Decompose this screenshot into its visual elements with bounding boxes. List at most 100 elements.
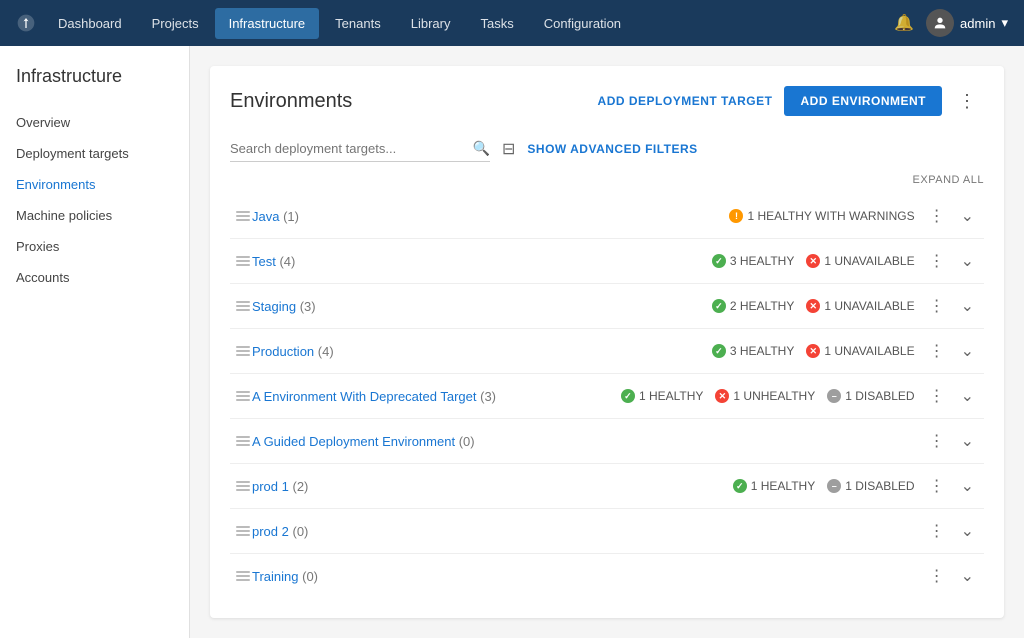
nav-tasks[interactable]: Tasks [466, 8, 527, 39]
drag-handle-icon[interactable] [234, 299, 252, 313]
table-row: prod 2 (0) ⋮ ⌄ [230, 509, 984, 554]
status-badge-healthy: ✓ 3 HEALTHY [712, 254, 794, 268]
status-badge-disabled: – 1 DISABLED [827, 389, 914, 403]
env-name: Training (0) [252, 569, 915, 584]
status-label: 1 DISABLED [845, 479, 914, 493]
row-expand-button[interactable]: ⌄ [955, 204, 980, 228]
row-expand-button[interactable]: ⌄ [955, 429, 980, 453]
table-row: A Environment With Deprecated Target (3)… [230, 374, 984, 419]
status-badge-healthy: ✓ 1 HEALTHY [733, 479, 815, 493]
sidebar-item-proxies[interactable]: Proxies [0, 231, 189, 262]
row-expand-button[interactable]: ⌄ [955, 384, 980, 408]
env-statuses: ✓ 1 HEALTHY ✕ 1 UNHEALTHY – 1 DISABLED [621, 389, 915, 403]
healthy-dot-icon: ✓ [712, 254, 726, 268]
row-kebab-button[interactable]: ⋮ [923, 204, 951, 228]
env-link[interactable]: A Environment With Deprecated Target [252, 389, 477, 404]
row-expand-button[interactable]: ⌄ [955, 474, 980, 498]
nav-infrastructure[interactable]: Infrastructure [215, 8, 320, 39]
status-badge-healthy: ✓ 3 HEALTHY [712, 344, 794, 358]
env-statuses: ✓ 3 HEALTHY ✕ 1 UNAVAILABLE [712, 254, 915, 268]
sidebar-item-accounts[interactable]: Accounts [0, 262, 189, 293]
env-link[interactable]: prod 1 [252, 479, 289, 494]
env-link[interactable]: Production [252, 344, 314, 359]
table-row: Staging (3) ✓ 2 HEALTHY ✕ 1 UNAVAILABLE [230, 284, 984, 329]
row-expand-button[interactable]: ⌄ [955, 249, 980, 273]
search-input-wrapper: 🔍 [230, 136, 490, 162]
status-label: 1 HEALTHY [751, 479, 815, 493]
env-name: Production (4) [252, 344, 712, 359]
sidebar: Infrastructure Overview Deployment targe… [0, 46, 190, 638]
status-badge-unavailable: ✕ 1 UNAVAILABLE [806, 299, 914, 313]
env-actions: ⋮ ⌄ [923, 204, 980, 228]
sidebar-item-overview[interactable]: Overview [0, 107, 189, 138]
search-input[interactable] [230, 141, 473, 156]
env-count: (2) [293, 479, 309, 494]
row-kebab-button[interactable]: ⋮ [923, 429, 951, 453]
expand-all-button[interactable]: EXPAND ALL [913, 174, 984, 186]
show-advanced-filters-button[interactable]: SHOW ADVANCED FILTERS [527, 142, 697, 156]
env-statuses: ✓ 2 HEALTHY ✕ 1 UNAVAILABLE [712, 299, 915, 313]
status-label: 1 HEALTHY [639, 389, 703, 403]
row-kebab-button[interactable]: ⋮ [923, 294, 951, 318]
status-label: 1 UNHEALTHY [733, 389, 815, 403]
status-badge-warning: ! 1 HEALTHY WITH WARNINGS [729, 209, 914, 223]
status-label: 1 UNAVAILABLE [824, 344, 914, 358]
status-label: 2 HEALTHY [730, 299, 794, 313]
row-expand-button[interactable]: ⌄ [955, 294, 980, 318]
drag-handle-icon[interactable] [234, 434, 252, 448]
env-link[interactable]: Training [252, 569, 298, 584]
healthy-dot-icon: ✓ [621, 389, 635, 403]
sidebar-item-environments[interactable]: Environments [0, 169, 189, 200]
notification-bell[interactable]: 🔔 [894, 13, 914, 33]
env-link[interactable]: A Guided Deployment Environment [252, 434, 455, 449]
add-environment-button[interactable]: ADD ENVIRONMENT [784, 86, 942, 116]
env-count: (3) [300, 299, 316, 314]
search-icon: 🔍 [473, 140, 490, 157]
unavailable-dot-icon: ✕ [806, 344, 820, 358]
row-kebab-button[interactable]: ⋮ [923, 249, 951, 273]
sidebar-item-machine-policies[interactable]: Machine policies [0, 200, 189, 231]
page-layout: Infrastructure Overview Deployment targe… [0, 46, 1024, 638]
env-link[interactable]: Test [252, 254, 276, 269]
nav-library[interactable]: Library [397, 8, 465, 39]
status-label: 1 UNAVAILABLE [824, 299, 914, 313]
add-deployment-target-button[interactable]: ADD DEPLOYMENT TARGET [598, 94, 773, 108]
drag-handle-icon[interactable] [234, 344, 252, 358]
env-statuses: ✓ 3 HEALTHY ✕ 1 UNAVAILABLE [712, 344, 915, 358]
env-link[interactable]: Java [252, 209, 279, 224]
card-header: Environments ADD DEPLOYMENT TARGET ADD E… [230, 86, 984, 116]
env-statuses: ✓ 1 HEALTHY – 1 DISABLED [733, 479, 915, 493]
card-kebab-menu-button[interactable]: ⋮ [950, 87, 984, 116]
drag-handle-icon[interactable] [234, 389, 252, 403]
env-link[interactable]: Staging [252, 299, 296, 314]
drag-handle-icon[interactable] [234, 524, 252, 538]
nav-configuration[interactable]: Configuration [530, 8, 635, 39]
filter-icon[interactable]: ⊟ [502, 139, 515, 159]
env-actions: ⋮ ⌄ [923, 339, 980, 363]
row-kebab-button[interactable]: ⋮ [923, 339, 951, 363]
brand-logo [16, 13, 36, 33]
env-name: Test (4) [252, 254, 712, 269]
row-expand-button[interactable]: ⌄ [955, 519, 980, 543]
row-expand-button[interactable]: ⌄ [955, 339, 980, 363]
env-actions: ⋮ ⌄ [923, 519, 980, 543]
env-link[interactable]: prod 2 [252, 524, 289, 539]
env-name: prod 2 (0) [252, 524, 915, 539]
sidebar-item-deployment-targets[interactable]: Deployment targets [0, 138, 189, 169]
drag-handle-icon[interactable] [234, 209, 252, 223]
nav-projects[interactable]: Projects [138, 8, 213, 39]
drag-handle-icon[interactable] [234, 479, 252, 493]
nav-tenants[interactable]: Tenants [321, 8, 395, 39]
row-kebab-button[interactable]: ⋮ [923, 519, 951, 543]
row-kebab-button[interactable]: ⋮ [923, 384, 951, 408]
user-menu[interactable]: admin ▾ [926, 9, 1008, 37]
topnav: Dashboard Projects Infrastructure Tenant… [0, 0, 1024, 46]
row-kebab-button[interactable]: ⋮ [923, 564, 951, 588]
env-name: Java (1) [252, 209, 729, 224]
row-expand-button[interactable]: ⌄ [955, 564, 980, 588]
row-kebab-button[interactable]: ⋮ [923, 474, 951, 498]
nav-dashboard[interactable]: Dashboard [44, 8, 136, 39]
env-name: Staging (3) [252, 299, 712, 314]
drag-handle-icon[interactable] [234, 569, 252, 583]
drag-handle-icon[interactable] [234, 254, 252, 268]
